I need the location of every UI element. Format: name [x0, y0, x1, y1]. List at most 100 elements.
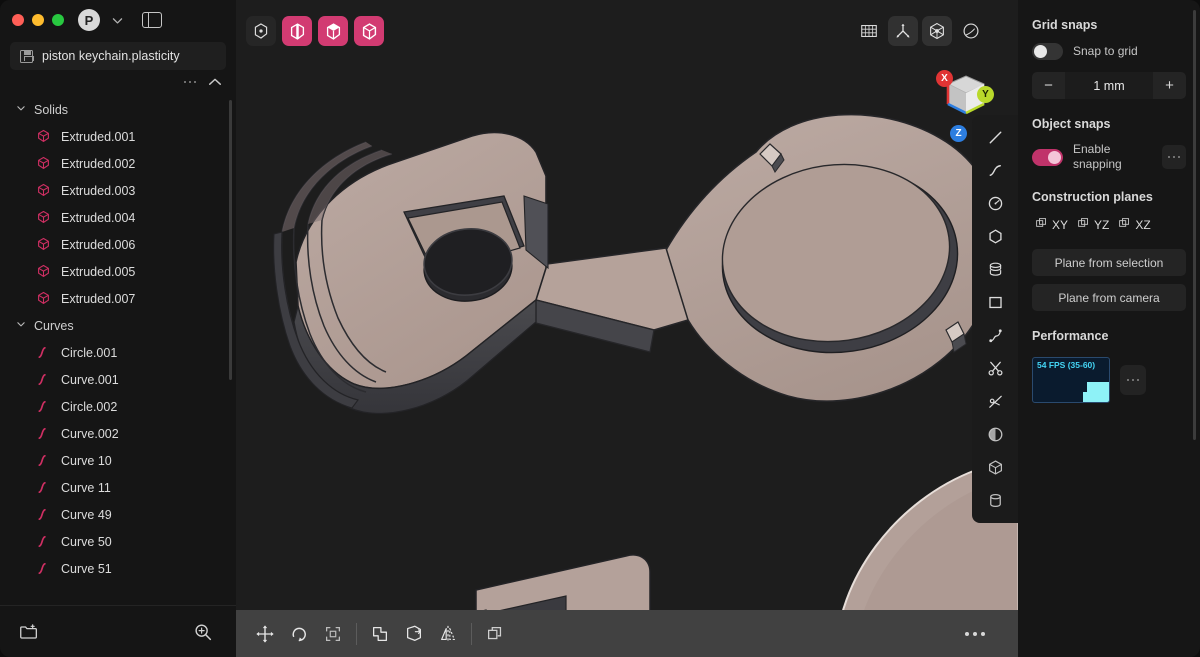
creation-tools-toolbar[interactable] [972, 115, 1018, 523]
minimize-window-button[interactable] [32, 14, 44, 26]
outliner-more-icon[interactable] [182, 77, 199, 88]
cylinder-tool-button[interactable] [979, 484, 1011, 517]
trim-tool-button[interactable] [979, 385, 1011, 418]
rectangle-tool-button[interactable] [979, 286, 1011, 319]
scale-tool-button[interactable] [318, 619, 348, 649]
fps-graph-widget[interactable]: 54 FPS (35-60) [1032, 357, 1110, 403]
sidebar-toggle-icon[interactable] [142, 12, 162, 28]
chevron-down-icon[interactable] [108, 11, 126, 29]
move-tool-button[interactable] [250, 619, 280, 649]
plane-yz-button[interactable]: YZ [1074, 215, 1112, 235]
new-folder-icon[interactable] [18, 621, 40, 643]
offset-face-tool-button[interactable] [399, 619, 429, 649]
face-mode-button[interactable] [318, 16, 348, 46]
list-item[interactable]: Curve 50 [0, 528, 236, 555]
circle-tool-button[interactable] [979, 187, 1011, 220]
list-item[interactable]: Curve 10 [0, 447, 236, 474]
transform-group[interactable] [250, 619, 348, 649]
enable-snapping-control[interactable]: Enable snapping [1032, 142, 1135, 172]
list-item[interactable]: Curve 11 [0, 474, 236, 501]
curve-tool-button[interactable] [979, 154, 1011, 187]
more-options-icon[interactable] [960, 619, 990, 649]
list-item[interactable]: Curve 49 [0, 501, 236, 528]
orbit-toggle-icon[interactable] [956, 16, 986, 46]
polygon-tool-button[interactable] [979, 220, 1011, 253]
list-item-label: Curve 49 [61, 508, 112, 522]
modify-group[interactable] [365, 619, 463, 649]
app-logo-badge[interactable]: P [78, 9, 100, 31]
list-item-label: Extruded.002 [61, 157, 135, 171]
snap-to-grid-toggle[interactable] [1032, 43, 1063, 60]
list-item[interactable]: Extruded.004 [0, 204, 236, 231]
3d-viewport[interactable]: X Y Z [236, 0, 1018, 657]
performance-more-icon[interactable] [1120, 365, 1146, 395]
list-item[interactable]: Curve.002 [0, 420, 236, 447]
control-point-mode-button[interactable] [246, 16, 276, 46]
list-item[interactable]: Extruded.001 [0, 123, 236, 150]
cut-tool-button[interactable] [979, 352, 1011, 385]
list-item[interactable]: Curve.001 [0, 366, 236, 393]
grid-toggle-icon[interactable] [854, 16, 884, 46]
list-item[interactable]: Extruded.006 [0, 231, 236, 258]
construction-planes-row[interactable]: XY YZ XZ [1032, 215, 1186, 235]
outliner-tree[interactable]: Solids Extruded.001 Extruded.002 Extrude… [0, 94, 236, 605]
object-snaps-more-icon[interactable] [1162, 145, 1186, 169]
gizmo-axis-x[interactable]: X [936, 70, 953, 87]
curve-icon [36, 480, 51, 495]
collapse-chevron-up-icon[interactable] [208, 76, 222, 89]
list-item[interactable]: Curve 51 [0, 555, 236, 582]
grid-size-increment-button[interactable]: + [1153, 72, 1186, 99]
list-item[interactable]: Circle.001 [0, 339, 236, 366]
boolean-tool-button[interactable] [365, 619, 395, 649]
gizmo-axis-y[interactable]: Y [977, 86, 994, 103]
right-panel-scrollbar[interactable] [1193, 10, 1196, 440]
plane-xy-button[interactable]: XY [1032, 215, 1071, 235]
close-window-button[interactable] [12, 14, 24, 26]
enable-snapping-toggle[interactable] [1032, 149, 1063, 166]
spline-tool-button[interactable] [979, 319, 1011, 352]
solid-box-icon [36, 156, 51, 171]
grid-size-stepper[interactable]: − 1 mm + [1032, 72, 1186, 99]
mirror-tool-button[interactable] [433, 619, 463, 649]
plane-xz-button[interactable]: XZ [1115, 215, 1153, 235]
cylinder-stack-tool-button[interactable] [979, 253, 1011, 286]
plane-from-selection-button[interactable]: Plane from selection [1032, 249, 1186, 276]
list-item[interactable]: Extruded.002 [0, 150, 236, 177]
outliner-scrollbar[interactable] [229, 100, 232, 380]
list-item[interactable]: Extruded.007 [0, 285, 236, 312]
duplicate-tool-button[interactable] [480, 619, 510, 649]
axes-toggle-icon[interactable] [888, 16, 918, 46]
maximize-window-button[interactable] [52, 14, 64, 26]
curve-icon [36, 561, 51, 576]
file-name-bar[interactable]: piston keychain.plasticity [10, 42, 226, 70]
fps-bar [1087, 382, 1109, 402]
list-item[interactable]: Circle.002 [0, 393, 236, 420]
view-cube-gizmo[interactable]: X Y Z [918, 62, 996, 144]
box-tool-button[interactable] [979, 451, 1011, 484]
enable-snapping-row[interactable]: Enable snapping [1032, 142, 1186, 172]
list-item[interactable]: Extruded.003 [0, 177, 236, 204]
list-item[interactable]: Extruded.005 [0, 258, 236, 285]
outliner-group-curves[interactable]: Curves [0, 312, 236, 339]
outliner-group-solids[interactable]: Solids [0, 96, 236, 123]
grid-size-decrement-button[interactable]: − [1032, 72, 1065, 99]
duplicate-group[interactable] [480, 619, 510, 649]
solid-box-icon [36, 183, 51, 198]
gizmo-x-label: X [941, 73, 948, 84]
right-properties-panel[interactable]: Grid snaps Snap to grid − 1 mm + Object … [1018, 0, 1200, 657]
edge-mode-button[interactable] [282, 16, 312, 46]
snap-to-grid-row[interactable]: Snap to grid [1032, 43, 1186, 60]
gizmo-axis-z[interactable]: Z [950, 125, 967, 142]
solid-mode-button[interactable] [354, 16, 384, 46]
grid-size-value[interactable]: 1 mm [1065, 72, 1153, 99]
window-controls [12, 14, 64, 26]
selection-mode-toolbar[interactable] [246, 16, 384, 46]
rotate-tool-button[interactable] [284, 619, 314, 649]
view-options-toolbar[interactable] [854, 16, 986, 46]
sphere-tool-button[interactable] [979, 418, 1011, 451]
xray-toggle-icon[interactable] [922, 16, 952, 46]
plane-from-camera-button[interactable]: Plane from camera [1032, 284, 1186, 311]
zoom-search-icon[interactable] [192, 621, 214, 643]
transform-toolbar[interactable] [236, 610, 1018, 657]
3d-model-render [236, 0, 1018, 657]
